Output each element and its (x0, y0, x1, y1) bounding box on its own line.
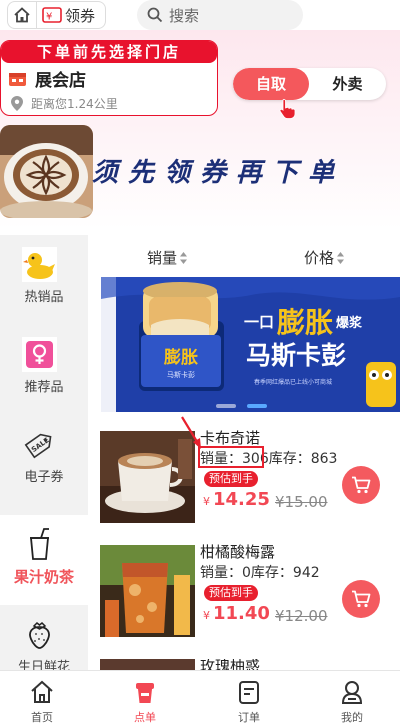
store-selector[interactable]: 下单前先选择门店 展会店 距离您1.24公里 (0, 40, 218, 116)
promo-tagline-big: 膨胀 (276, 306, 333, 339)
product-name: 柑橘酸梅露 (200, 543, 276, 561)
search-placeholder: 搜索 (169, 6, 200, 25)
category-label: 电子券 (24, 470, 64, 485)
product-name: 卡布奇诺 (200, 429, 261, 447)
sales-highlight-box (198, 446, 264, 468)
order-mode-toggle: 自取 外卖 (233, 68, 386, 100)
top-bar: ¥ 领券 搜索 (0, 0, 400, 30)
cup-icon (30, 528, 49, 560)
strawberry-icon (29, 621, 50, 649)
product-card[interactable]: 柑橘酸梅露 销量：0库存：942 预估到手 ¥11.40 ¥12.00 (100, 543, 400, 657)
sort-label: 销量 (147, 249, 178, 267)
category-item-juice-tea[interactable]: 果汁奶茶 (0, 515, 88, 605)
sort-by-sales[interactable]: 销量 (147, 247, 188, 268)
stock-value: 863 (310, 451, 338, 467)
coupon-icon: ¥ (42, 7, 62, 23)
nav-profile[interactable]: 我的 (312, 671, 392, 725)
coupon-label: 领券 (65, 6, 96, 25)
nav-label: 订单 (238, 711, 260, 724)
product-image-citrus-plum (100, 545, 195, 637)
hand-cursor-icon (279, 99, 296, 119)
sort-arrows-icon (180, 251, 188, 264)
pickup-tab[interactable]: 自取 (233, 68, 309, 100)
price-value: 14.25 (213, 489, 270, 510)
bottom-nav: 首页 点单 订单 我的 (0, 670, 400, 725)
latte-art-image (0, 125, 93, 218)
category-item-hot[interactable]: 热销品 (0, 235, 88, 325)
stock-label: 库存： (250, 565, 293, 581)
category-item-recommended[interactable]: 推荐品 (0, 325, 88, 415)
promo-tagline-post: 爆浆 (336, 315, 363, 331)
nav-order[interactable]: 点单 (105, 671, 185, 725)
banner-slogan: 须先领券再下单 (92, 158, 345, 188)
location-pin-icon (11, 96, 23, 111)
promo-cup-sub: 马斯卡彭 (167, 370, 195, 379)
category-label: 生日鲜花 (17, 660, 70, 670)
category-label: 推荐品 (24, 380, 64, 395)
delivery-tab[interactable]: 外卖 (309, 68, 386, 100)
currency-symbol: ¥ (203, 495, 210, 508)
product-price: ¥14.25 (203, 489, 270, 510)
category-item-flowers[interactable]: 生日鲜花 (0, 605, 88, 670)
sort-arrows-icon (337, 251, 345, 264)
original-price: ¥15.00 (275, 493, 328, 511)
home-icon (31, 680, 53, 703)
user-icon (341, 681, 363, 704)
svg-text:¥: ¥ (46, 12, 52, 23)
nav-label: 点单 (134, 711, 156, 724)
product-name: 玫瑰柚惑 (200, 659, 261, 670)
store-hint: 下单前先选择门店 (1, 41, 217, 63)
home-button[interactable] (7, 1, 37, 29)
store-distance: 距离您1.24公里 (31, 97, 118, 111)
product-card[interactable]: 玫瑰柚惑 (100, 659, 400, 670)
currency-symbol: ¥ (203, 609, 210, 622)
stock-value: 942 (292, 565, 320, 581)
promo-sub: 春季网红爆品已上线小可商城 (254, 378, 332, 386)
sort-bar: 销量 价格 (88, 240, 400, 274)
nav-orders[interactable]: 订单 (209, 671, 289, 725)
cart-icon (352, 476, 371, 494)
promo-banner[interactable]: 膨胀 马斯卡彭 一口 膨胀 爆浆 马斯卡彭 春季网红爆品已上线小可商城 (101, 277, 400, 412)
stock-label: 库存： (268, 451, 311, 467)
promo-product: 马斯卡彭 (246, 341, 346, 370)
promo-cup-text: 膨胀 (164, 347, 198, 368)
home-icon (14, 7, 30, 23)
cup-order-icon (136, 683, 154, 703)
document-icon (239, 681, 259, 704)
store-icon (9, 73, 26, 86)
category-label: 果汁奶茶 (13, 568, 74, 586)
add-to-cart-button[interactable] (342, 466, 380, 504)
price-value: 11.40 (213, 603, 270, 624)
sale-tag-icon: SALE (24, 433, 52, 459)
category-item-ecoupon[interactable]: SALE 电子券 (0, 415, 88, 505)
sort-by-price[interactable]: 价格 (304, 247, 345, 268)
nav-home[interactable]: 首页 (2, 671, 82, 725)
category-sidebar: 热销品 推荐品 SALE 电子券 果汁奶茶 生日鲜花 (0, 235, 88, 670)
product-image-rose-pomelo (100, 659, 195, 670)
nav-label: 首页 (31, 711, 53, 724)
duck-icon (22, 247, 57, 282)
estimated-price-badge: 预估到手 (204, 471, 258, 487)
store-name: 展会店 (35, 71, 86, 91)
product-stats: 销量：0库存：942 (200, 562, 320, 582)
product-price: ¥11.40 (203, 603, 270, 624)
nav-label: 我的 (341, 711, 363, 724)
sales-label: 销量： (200, 565, 242, 581)
search-icon (147, 7, 163, 23)
sales-value: 0 (242, 565, 251, 581)
coupon-button[interactable]: ¥ 领券 (37, 1, 106, 29)
original-price: ¥12.00 (275, 607, 328, 625)
svg-text:SALE: SALE (30, 436, 51, 454)
add-to-cart-button[interactable] (342, 580, 380, 618)
estimated-price-badge: 预估到手 (204, 585, 258, 601)
cart-icon (352, 590, 371, 608)
female-icon (22, 337, 57, 372)
annotation-arrow-icon (181, 416, 201, 449)
category-label: 热销品 (24, 290, 64, 305)
sort-label: 价格 (304, 249, 335, 267)
search-input[interactable]: 搜索 (137, 0, 303, 30)
promo-tagline-pre: 一口 (244, 313, 274, 331)
